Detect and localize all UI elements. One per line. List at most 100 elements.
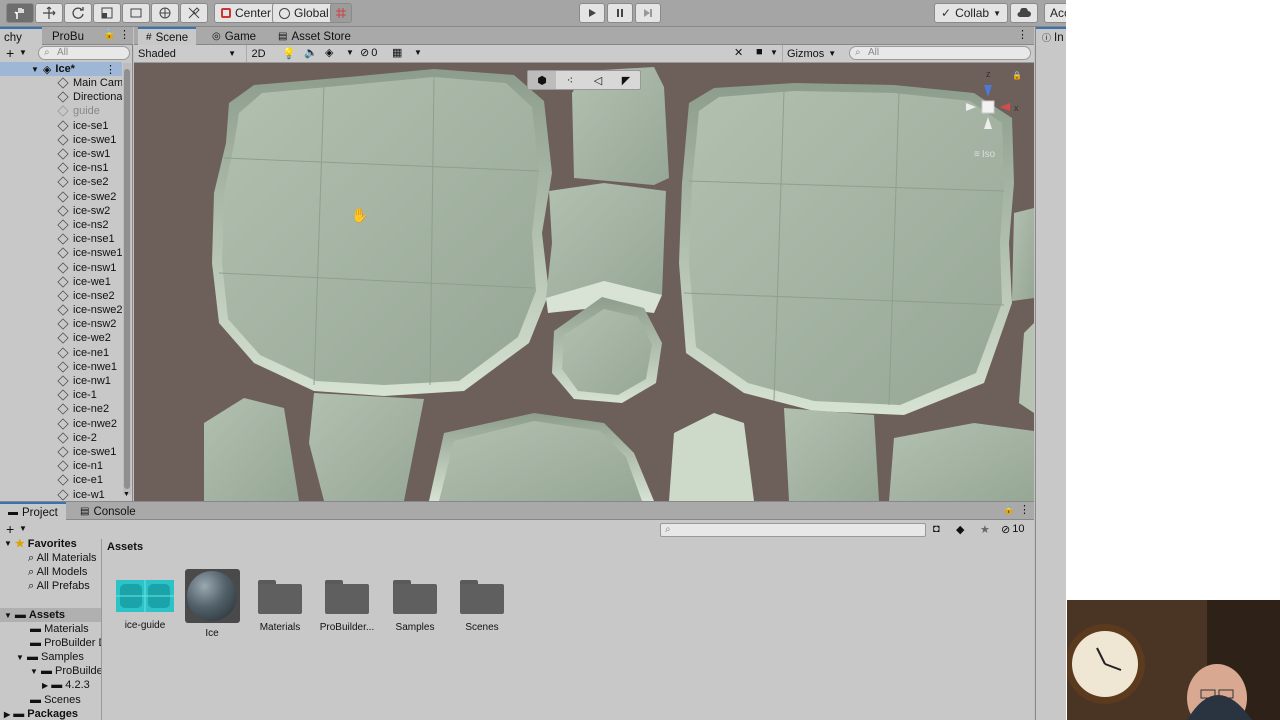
effects-dropdown-icon[interactable]: ▼ — [346, 48, 354, 57]
projection-toggle[interactable]: ≡ Iso — [974, 149, 995, 160]
tree-folder[interactable]: ▬ ProBuilder D — [30, 637, 101, 649]
hierarchy-item[interactable]: ice-we2 — [0, 331, 122, 345]
hierarchy-item[interactable]: ice-nwe2 — [0, 417, 122, 431]
scene-root-row[interactable]: ▼ ◈ Ice* ⋮ — [0, 62, 122, 76]
hierarchy-item[interactable]: ice-nw1 — [0, 374, 122, 388]
hierarchy-item[interactable]: ice-ns2 — [0, 218, 122, 232]
favorite-star-icon[interactable]: ★ — [980, 523, 990, 536]
cloud-button[interactable] — [1010, 3, 1038, 23]
hierarchy-item[interactable]: Directiona — [0, 90, 122, 104]
object-mode-button[interactable]: ⬢ — [528, 71, 556, 89]
scroll-down-icon[interactable]: ▼ — [123, 491, 130, 498]
kebab-menu-icon[interactable]: ⋮ — [119, 28, 130, 41]
scene-menu-icon[interactable]: ⋮ — [1017, 28, 1028, 41]
step-button[interactable] — [635, 3, 661, 23]
camera-icon[interactable]: ■ — [756, 46, 763, 58]
hierarchy-item[interactable]: ice-we1 — [0, 275, 122, 289]
hierarchy-item[interactable]: ice-2 — [0, 431, 122, 445]
edge-mode-button[interactable]: ◁ — [584, 71, 612, 89]
hierarchy-item[interactable]: ice-swe1 — [0, 445, 122, 459]
packages-row[interactable]: ▶ ▬ Packages — [4, 708, 78, 720]
hierarchy-item[interactable]: ice-se2 — [0, 175, 122, 189]
mode-2d-toggle[interactable]: 2D — [246, 45, 270, 62]
asset-tile[interactable]: ProBuilder... — [312, 574, 382, 633]
hierarchy-item[interactable]: ice-sw1 — [0, 147, 122, 161]
tab-probuilder[interactable]: ProBu — [42, 27, 92, 46]
shading-mode-dropdown[interactable]: Shaded ▼ — [138, 45, 238, 62]
hierarchy-item[interactable]: ice-n1 — [0, 459, 122, 473]
asset-tile[interactable]: Scenes — [447, 574, 517, 633]
transform-tool-button[interactable] — [151, 3, 179, 23]
asset-tile[interactable]: Ice — [177, 569, 247, 639]
asset-tile[interactable]: ice-guide — [110, 574, 180, 631]
hierarchy-item[interactable]: ice-e1 — [0, 473, 122, 487]
favorite-item[interactable]: ⌕ All Models — [28, 566, 87, 579]
hierarchy-item[interactable]: ice-nswe1 — [0, 246, 122, 260]
favorite-item[interactable]: ⌕ All Materials — [28, 552, 97, 565]
expand-arrow-icon[interactable]: ▼ — [31, 65, 39, 74]
hierarchy-item[interactable]: ice-nse1 — [0, 232, 122, 246]
grid-dropdown-icon[interactable]: ▼ — [414, 48, 422, 57]
breadcrumb[interactable]: Assets — [107, 541, 143, 553]
tree-folder[interactable]: ▶ ▬ 4.2.3 — [42, 679, 90, 691]
grid-snap-button[interactable] — [330, 3, 352, 23]
tree-folder[interactable]: ▬ Materials — [30, 623, 89, 635]
assets-root-row[interactable]: ▼ ▬ Assets — [0, 608, 101, 622]
camera-dropdown-icon[interactable]: ▼ — [770, 48, 778, 57]
asset-tile[interactable]: Samples — [380, 574, 450, 633]
hierarchy-scroll-thumb[interactable] — [124, 69, 130, 489]
hierarchy-item[interactable]: ice-nswe2 — [0, 303, 122, 317]
tab-hierarchy[interactable]: chy — [0, 27, 42, 46]
lock-icon[interactable]: 🔒 — [103, 29, 115, 40]
hierarchy-item[interactable]: ice-se1 — [0, 119, 122, 133]
move-tool-button[interactable] — [35, 3, 63, 23]
tab-asset-store[interactable]: ▤ Asset Store — [270, 27, 359, 46]
pivot-global-toggle[interactable]: Global — [272, 3, 336, 23]
pause-button[interactable] — [607, 3, 633, 23]
scene-menu-icon[interactable]: ⋮ — [105, 63, 116, 76]
favorite-item[interactable]: ⌕ All Prefabs — [28, 580, 90, 593]
hidden-packages-toggle[interactable]: ⊘ 10 — [1001, 523, 1024, 536]
tools-icon[interactable]: ✕ — [734, 46, 743, 59]
audio-icon[interactable]: 🔈 — [304, 46, 318, 59]
collab-dropdown[interactable]: ✓ Collab ▼ — [934, 3, 1009, 23]
filter-type-icon[interactable]: ◘ — [933, 523, 940, 535]
scene-viewport[interactable]: ⬢ ⁖ ◁ ◤ z x 🔒 ≡ Iso ✋ — [134, 63, 1034, 501]
gizmo-lock-icon[interactable]: 🔒 — [1012, 71, 1022, 80]
play-button[interactable] — [579, 3, 605, 23]
hierarchy-item[interactable]: guide — [0, 104, 122, 118]
favorites-row[interactable]: ▼ ★ Favorites — [4, 539, 77, 550]
orientation-gizmo[interactable]: z x 🔒 ≡ Iso — [962, 69, 1030, 167]
lock-icon[interactable]: 🔒 — [1003, 504, 1014, 515]
scene-search-input[interactable]: ⌕ All — [849, 46, 1031, 60]
hierarchy-item[interactable]: ice-sw2 — [0, 204, 122, 218]
hierarchy-item[interactable]: ice-swe1 — [0, 133, 122, 147]
tab-inspector[interactable]: ⓘ In — [1036, 27, 1066, 46]
tab-project[interactable]: ▬ Project — [0, 502, 66, 521]
tab-console[interactable]: ▤ Console — [72, 502, 144, 521]
rect-tool-button[interactable] — [122, 3, 150, 23]
tab-scene[interactable]: # Scene — [138, 27, 197, 46]
tab-game[interactable]: ◎ Game — [204, 27, 264, 46]
add-icon[interactable]: + — [6, 45, 14, 61]
hierarchy-item[interactable]: ice-ne1 — [0, 346, 122, 360]
hierarchy-item[interactable]: ice-nse2 — [0, 289, 122, 303]
tree-folder[interactable]: ▼ ▬ Samples — [16, 651, 84, 663]
hierarchy-item[interactable]: Main Cam — [0, 76, 122, 90]
hierarchy-item[interactable]: ice-ne2 — [0, 402, 122, 416]
create-dropdown-icon[interactable]: ▼ — [19, 524, 27, 533]
grid-icon[interactable]: ▦ — [392, 46, 402, 59]
hierarchy-item[interactable]: ice-nwe1 — [0, 360, 122, 374]
tree-folder[interactable]: ▼ ▬ ProBuilde — [30, 665, 101, 677]
hierarchy-item[interactable]: ice-nsw2 — [0, 317, 122, 331]
rotate-tool-button[interactable] — [64, 3, 92, 23]
hierarchy-item[interactable]: ice-1 — [0, 388, 122, 402]
asset-tile[interactable]: Materials — [245, 574, 315, 633]
hidden-objects-toggle[interactable]: ⊘ 0 — [360, 46, 377, 60]
tree-folder[interactable]: ▬ Scenes — [30, 694, 81, 706]
account-dropdown[interactable]: Acc — [1044, 3, 1066, 23]
custom-tool-button[interactable] — [180, 3, 208, 23]
gizmos-dropdown[interactable]: Gizmos ▼ — [782, 45, 836, 62]
add-dropdown-icon[interactable]: ▼ — [19, 48, 27, 57]
face-mode-button[interactable]: ◤ — [612, 71, 640, 89]
